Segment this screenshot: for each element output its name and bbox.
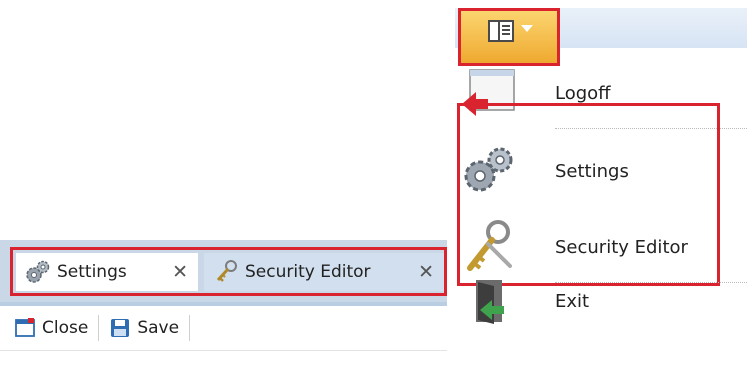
tab-settings-label: Settings: [57, 262, 127, 282]
gears-icon: [26, 260, 50, 283]
close-window-icon: [15, 318, 35, 337]
tab-security-editor-label: Security Editor: [245, 262, 371, 282]
close-button[interactable]: Close: [8, 311, 94, 345]
toolbar-separator: [98, 315, 100, 341]
menu-item-logoff[interactable]: Logoff: [455, 60, 747, 126]
menu-item-settings-label: Settings: [555, 160, 629, 182]
app-menu-icon: [488, 20, 514, 42]
tab-settings-close-icon[interactable]: ✕: [172, 261, 188, 283]
application-menu: Logoff Settings Security Editor Exit: [455, 0, 747, 370]
app-menu-button[interactable]: [460, 10, 558, 64]
save-button[interactable]: Save: [103, 311, 185, 345]
save-disk-icon: [111, 319, 130, 337]
menu-item-logoff-label: Logoff: [555, 82, 611, 104]
tab-security-editor[interactable]: Security Editor ✕: [204, 253, 444, 291]
save-button-label: Save: [137, 318, 180, 338]
menu-separator: [555, 128, 747, 130]
menu-item-exit[interactable]: Exit: [455, 268, 747, 334]
tab-strip: Settings ✕ Security Editor ✕: [0, 240, 447, 306]
tab-settings[interactable]: Settings ✕: [16, 253, 198, 291]
logoff-icon: [462, 69, 515, 116]
close-button-label: Close: [42, 318, 89, 338]
menu-item-settings[interactable]: Settings: [455, 138, 747, 204]
tab-security-editor-close-icon[interactable]: ✕: [418, 261, 434, 283]
gears-icon: [464, 147, 513, 192]
keys-icon: [216, 260, 237, 282]
exit-door-icon: [476, 280, 504, 324]
chevron-down-icon: [521, 25, 533, 32]
menu-item-exit-label: Exit: [555, 290, 590, 312]
menu-item-security-editor-label: Security Editor: [555, 236, 688, 258]
document-panel: Settings ✕ Security Editor ✕ Close Save: [0, 240, 447, 370]
toolbar: Close Save: [0, 306, 447, 351]
toolbar-separator: [189, 315, 191, 341]
